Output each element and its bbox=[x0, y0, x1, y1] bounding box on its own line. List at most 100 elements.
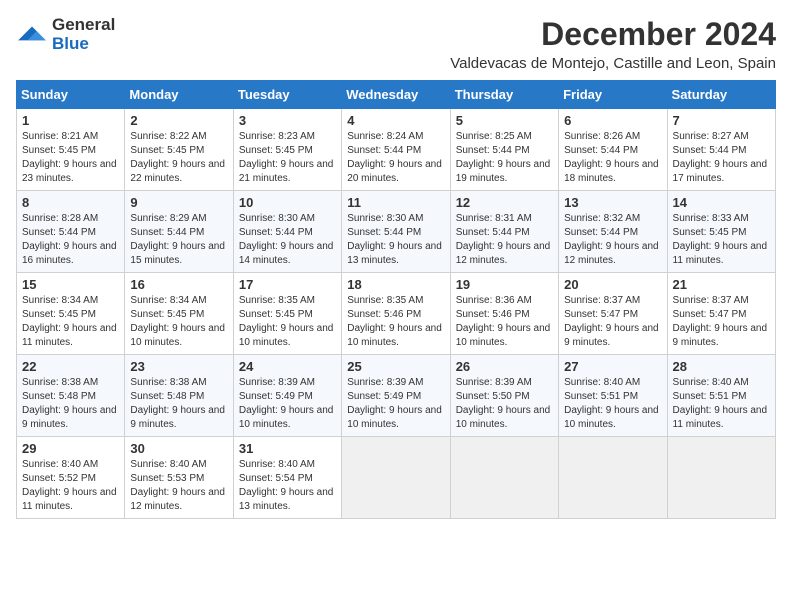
day-number: 15 bbox=[22, 277, 119, 292]
daylight: Daylight: 9 hours and 13 minutes. bbox=[239, 487, 334, 512]
sunset: Sunset: 5:45 PM bbox=[673, 227, 747, 238]
calendar-cell: 12 Sunrise: 8:31 AM Sunset: 5:44 PM Dayl… bbox=[450, 191, 558, 273]
calendar-cell bbox=[342, 437, 450, 519]
main-title: December 2024 bbox=[450, 16, 776, 53]
day-number: 19 bbox=[456, 277, 553, 292]
day-info: Sunrise: 8:37 AM Sunset: 5:47 PM Dayligh… bbox=[673, 294, 770, 350]
daylight: Daylight: 9 hours and 14 minutes. bbox=[239, 241, 334, 266]
daylight: Daylight: 9 hours and 10 minutes. bbox=[347, 405, 442, 430]
week-row-4: 22 Sunrise: 8:38 AM Sunset: 5:48 PM Dayl… bbox=[17, 355, 776, 437]
day-info: Sunrise: 8:40 AM Sunset: 5:53 PM Dayligh… bbox=[130, 458, 227, 514]
day-info: Sunrise: 8:33 AM Sunset: 5:45 PM Dayligh… bbox=[673, 212, 770, 268]
sunset: Sunset: 5:46 PM bbox=[347, 309, 421, 320]
logo-text: General Blue bbox=[52, 16, 115, 53]
sunrise: Sunrise: 8:37 AM bbox=[673, 295, 749, 306]
calendar-cell: 9 Sunrise: 8:29 AM Sunset: 5:44 PM Dayli… bbox=[125, 191, 233, 273]
sunrise: Sunrise: 8:39 AM bbox=[456, 377, 532, 388]
sunrise: Sunrise: 8:37 AM bbox=[564, 295, 640, 306]
day-number: 5 bbox=[456, 113, 553, 128]
sunset: Sunset: 5:48 PM bbox=[22, 391, 96, 402]
day-number: 17 bbox=[239, 277, 336, 292]
daylight: Daylight: 9 hours and 11 minutes. bbox=[673, 405, 768, 430]
sunrise: Sunrise: 8:21 AM bbox=[22, 131, 98, 142]
sunset: Sunset: 5:44 PM bbox=[564, 145, 638, 156]
day-number: 13 bbox=[564, 195, 661, 210]
calendar-cell: 31 Sunrise: 8:40 AM Sunset: 5:54 PM Dayl… bbox=[233, 437, 341, 519]
sunset: Sunset: 5:47 PM bbox=[564, 309, 638, 320]
day-info: Sunrise: 8:22 AM Sunset: 5:45 PM Dayligh… bbox=[130, 130, 227, 186]
day-number: 18 bbox=[347, 277, 444, 292]
logo: General Blue bbox=[16, 16, 115, 53]
day-info: Sunrise: 8:26 AM Sunset: 5:44 PM Dayligh… bbox=[564, 130, 661, 186]
column-header-tuesday: Tuesday bbox=[233, 81, 341, 109]
sunrise: Sunrise: 8:39 AM bbox=[239, 377, 315, 388]
day-info: Sunrise: 8:28 AM Sunset: 5:44 PM Dayligh… bbox=[22, 212, 119, 268]
daylight: Daylight: 9 hours and 10 minutes. bbox=[347, 323, 442, 348]
week-row-3: 15 Sunrise: 8:34 AM Sunset: 5:45 PM Dayl… bbox=[17, 273, 776, 355]
daylight: Daylight: 9 hours and 9 minutes. bbox=[130, 405, 225, 430]
daylight: Daylight: 9 hours and 9 minutes. bbox=[673, 323, 768, 348]
sunrise: Sunrise: 8:36 AM bbox=[456, 295, 532, 306]
day-info: Sunrise: 8:31 AM Sunset: 5:44 PM Dayligh… bbox=[456, 212, 553, 268]
sunset: Sunset: 5:45 PM bbox=[130, 145, 204, 156]
column-header-monday: Monday bbox=[125, 81, 233, 109]
day-number: 22 bbox=[22, 359, 119, 374]
daylight: Daylight: 9 hours and 11 minutes. bbox=[22, 323, 117, 348]
logo-blue: Blue bbox=[52, 35, 115, 54]
day-info: Sunrise: 8:23 AM Sunset: 5:45 PM Dayligh… bbox=[239, 130, 336, 186]
calendar-cell: 30 Sunrise: 8:40 AM Sunset: 5:53 PM Dayl… bbox=[125, 437, 233, 519]
day-number: 30 bbox=[130, 441, 227, 456]
logo-general: General bbox=[52, 16, 115, 35]
sunrise: Sunrise: 8:35 AM bbox=[239, 295, 315, 306]
calendar-cell: 18 Sunrise: 8:35 AM Sunset: 5:46 PM Dayl… bbox=[342, 273, 450, 355]
calendar-cell: 15 Sunrise: 8:34 AM Sunset: 5:45 PM Dayl… bbox=[17, 273, 125, 355]
sunset: Sunset: 5:54 PM bbox=[239, 473, 313, 484]
calendar-cell: 8 Sunrise: 8:28 AM Sunset: 5:44 PM Dayli… bbox=[17, 191, 125, 273]
calendar-cell: 7 Sunrise: 8:27 AM Sunset: 5:44 PM Dayli… bbox=[667, 109, 775, 191]
daylight: Daylight: 9 hours and 21 minutes. bbox=[239, 159, 334, 184]
daylight: Daylight: 9 hours and 10 minutes. bbox=[130, 323, 225, 348]
calendar-cell: 6 Sunrise: 8:26 AM Sunset: 5:44 PM Dayli… bbox=[559, 109, 667, 191]
sunset: Sunset: 5:45 PM bbox=[22, 309, 96, 320]
sunrise: Sunrise: 8:40 AM bbox=[22, 459, 98, 470]
daylight: Daylight: 9 hours and 19 minutes. bbox=[456, 159, 551, 184]
calendar-cell bbox=[450, 437, 558, 519]
sunset: Sunset: 5:44 PM bbox=[347, 227, 421, 238]
logo-icon bbox=[16, 25, 48, 45]
day-number: 1 bbox=[22, 113, 119, 128]
day-info: Sunrise: 8:30 AM Sunset: 5:44 PM Dayligh… bbox=[347, 212, 444, 268]
sunrise: Sunrise: 8:40 AM bbox=[673, 377, 749, 388]
sunset: Sunset: 5:44 PM bbox=[456, 145, 530, 156]
day-info: Sunrise: 8:35 AM Sunset: 5:46 PM Dayligh… bbox=[347, 294, 444, 350]
daylight: Daylight: 9 hours and 13 minutes. bbox=[347, 241, 442, 266]
sunset: Sunset: 5:47 PM bbox=[673, 309, 747, 320]
day-info: Sunrise: 8:24 AM Sunset: 5:44 PM Dayligh… bbox=[347, 130, 444, 186]
calendar-cell: 28 Sunrise: 8:40 AM Sunset: 5:51 PM Dayl… bbox=[667, 355, 775, 437]
sunrise: Sunrise: 8:23 AM bbox=[239, 131, 315, 142]
sunset: Sunset: 5:50 PM bbox=[456, 391, 530, 402]
calendar-cell: 3 Sunrise: 8:23 AM Sunset: 5:45 PM Dayli… bbox=[233, 109, 341, 191]
day-info: Sunrise: 8:40 AM Sunset: 5:51 PM Dayligh… bbox=[564, 376, 661, 432]
day-info: Sunrise: 8:39 AM Sunset: 5:49 PM Dayligh… bbox=[347, 376, 444, 432]
calendar-cell: 27 Sunrise: 8:40 AM Sunset: 5:51 PM Dayl… bbox=[559, 355, 667, 437]
day-number: 31 bbox=[239, 441, 336, 456]
column-header-sunday: Sunday bbox=[17, 81, 125, 109]
day-info: Sunrise: 8:21 AM Sunset: 5:45 PM Dayligh… bbox=[22, 130, 119, 186]
day-info: Sunrise: 8:40 AM Sunset: 5:51 PM Dayligh… bbox=[673, 376, 770, 432]
day-number: 14 bbox=[673, 195, 770, 210]
calendar-cell: 26 Sunrise: 8:39 AM Sunset: 5:50 PM Dayl… bbox=[450, 355, 558, 437]
calendar-cell bbox=[667, 437, 775, 519]
day-number: 16 bbox=[130, 277, 227, 292]
calendar-table: SundayMondayTuesdayWednesdayThursdayFrid… bbox=[16, 80, 776, 519]
daylight: Daylight: 9 hours and 20 minutes. bbox=[347, 159, 442, 184]
day-number: 6 bbox=[564, 113, 661, 128]
sunrise: Sunrise: 8:35 AM bbox=[347, 295, 423, 306]
sunset: Sunset: 5:49 PM bbox=[239, 391, 313, 402]
sunrise: Sunrise: 8:30 AM bbox=[239, 213, 315, 224]
title-section: December 2024 Valdevacas de Montejo, Cas… bbox=[450, 16, 776, 72]
sunrise: Sunrise: 8:40 AM bbox=[564, 377, 640, 388]
calendar-cell: 16 Sunrise: 8:34 AM Sunset: 5:45 PM Dayl… bbox=[125, 273, 233, 355]
daylight: Daylight: 9 hours and 11 minutes. bbox=[22, 487, 117, 512]
sunset: Sunset: 5:44 PM bbox=[456, 227, 530, 238]
sunset: Sunset: 5:44 PM bbox=[130, 227, 204, 238]
